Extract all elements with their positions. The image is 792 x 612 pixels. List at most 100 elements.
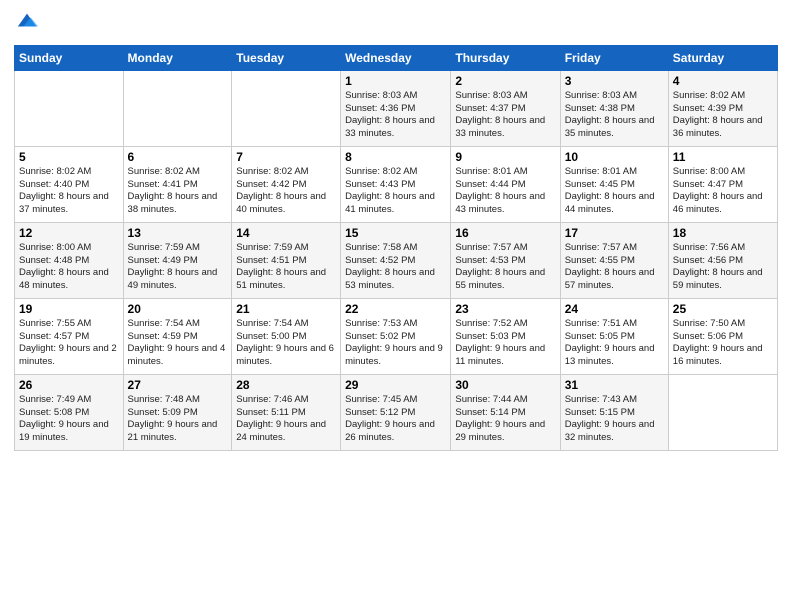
day-cell: 9 Sunrise: 8:01 AM Sunset: 4:44 PM Daylig… bbox=[451, 146, 560, 222]
day-info: Sunrise: 7:57 AM Sunset: 4:55 PM Dayligh… bbox=[565, 242, 664, 293]
day-cell: 20Sunrise: 7:54 AM Sunset: 4:59 PM Dayli… bbox=[123, 298, 232, 374]
day-cell: 12Sunrise: 8:00 AM Sunset: 4:48 PM Dayli… bbox=[15, 222, 124, 298]
day-info: Sunrise: 8:02 AM Sunset: 4:39 PM Dayligh… bbox=[673, 90, 773, 141]
weekday-thursday: Thursday bbox=[451, 45, 560, 70]
day-number: 8 bbox=[345, 150, 446, 164]
day-cell: 1 Sunrise: 8:03 AM Sunset: 4:36 PM Daylig… bbox=[341, 70, 451, 146]
weekday-sunday: Sunday bbox=[15, 45, 124, 70]
day-info: Sunrise: 8:03 AM Sunset: 4:38 PM Dayligh… bbox=[565, 90, 664, 141]
day-cell: 27 Sunrise: 7:48 AM Sunset: 5:09 PM Dayli… bbox=[123, 374, 232, 450]
day-number: 1 bbox=[345, 74, 446, 88]
week-row-4: 19 Sunrise: 7:55 AM Sunset: 4:57 PM Dayli… bbox=[15, 298, 778, 374]
day-cell: 16 Sunrise: 7:57 AM Sunset: 4:53 PM Dayli… bbox=[451, 222, 560, 298]
day-cell: 29Sunrise: 7:45 AM Sunset: 5:12 PM Dayli… bbox=[341, 374, 451, 450]
day-number: 3 bbox=[565, 74, 664, 88]
logo-icon bbox=[16, 10, 38, 32]
day-cell: 2 Sunrise: 8:03 AM Sunset: 4:37 PM Daylig… bbox=[451, 70, 560, 146]
day-number: 17 bbox=[565, 226, 664, 240]
day-number: 9 bbox=[455, 150, 555, 164]
day-info: Sunrise: 8:00 AM Sunset: 4:47 PM Dayligh… bbox=[673, 166, 773, 217]
day-cell: 28 Sunrise: 7:46 AM Sunset: 5:11 PM Dayli… bbox=[232, 374, 341, 450]
day-info: Sunrise: 7:53 AM Sunset: 5:02 PM Dayligh… bbox=[345, 318, 446, 369]
day-cell: 21 Sunrise: 7:54 AM Sunset: 5:00 PM Dayli… bbox=[232, 298, 341, 374]
week-row-1: 1 Sunrise: 8:03 AM Sunset: 4:36 PM Daylig… bbox=[15, 70, 778, 146]
weekday-wednesday: Wednesday bbox=[341, 45, 451, 70]
day-number: 22 bbox=[345, 302, 446, 316]
day-cell: 13 Sunrise: 7:59 AM Sunset: 4:49 PM Dayli… bbox=[123, 222, 232, 298]
day-cell bbox=[15, 70, 124, 146]
weekday-header-row: SundayMondayTuesdayWednesdayThursdayFrid… bbox=[15, 45, 778, 70]
day-cell: 24Sunrise: 7:51 AM Sunset: 5:05 PM Dayli… bbox=[560, 298, 668, 374]
header bbox=[14, 10, 778, 37]
day-number: 23 bbox=[455, 302, 555, 316]
day-number: 30 bbox=[455, 378, 555, 392]
day-number: 13 bbox=[128, 226, 228, 240]
day-number: 2 bbox=[455, 74, 555, 88]
day-cell: 10 Sunrise: 8:01 AM Sunset: 4:45 PM Dayli… bbox=[560, 146, 668, 222]
logo bbox=[14, 10, 38, 37]
day-info: Sunrise: 7:56 AM Sunset: 4:56 PM Dayligh… bbox=[673, 242, 773, 293]
day-info: Sunrise: 8:01 AM Sunset: 4:44 PM Dayligh… bbox=[455, 166, 555, 217]
day-info: Sunrise: 8:03 AM Sunset: 4:37 PM Dayligh… bbox=[455, 90, 555, 141]
day-number: 31 bbox=[565, 378, 664, 392]
day-number: 5 bbox=[19, 150, 119, 164]
day-number: 19 bbox=[19, 302, 119, 316]
day-number: 7 bbox=[236, 150, 336, 164]
day-info: Sunrise: 7:48 AM Sunset: 5:09 PM Dayligh… bbox=[128, 394, 228, 445]
day-cell bbox=[232, 70, 341, 146]
calendar-body: 1 Sunrise: 8:03 AM Sunset: 4:36 PM Daylig… bbox=[15, 70, 778, 450]
day-number: 10 bbox=[565, 150, 664, 164]
day-cell: 18Sunrise: 7:56 AM Sunset: 4:56 PM Dayli… bbox=[668, 222, 777, 298]
day-number: 6 bbox=[128, 150, 228, 164]
day-info: Sunrise: 7:55 AM Sunset: 4:57 PM Dayligh… bbox=[19, 318, 119, 369]
day-cell: 6 Sunrise: 8:02 AM Sunset: 4:41 PM Daylig… bbox=[123, 146, 232, 222]
day-info: Sunrise: 8:02 AM Sunset: 4:42 PM Dayligh… bbox=[236, 166, 336, 217]
day-info: Sunrise: 8:02 AM Sunset: 4:41 PM Dayligh… bbox=[128, 166, 228, 217]
day-cell: 14Sunrise: 7:59 AM Sunset: 4:51 PM Dayli… bbox=[232, 222, 341, 298]
weekday-friday: Friday bbox=[560, 45, 668, 70]
day-info: Sunrise: 7:51 AM Sunset: 5:05 PM Dayligh… bbox=[565, 318, 664, 369]
day-number: 16 bbox=[455, 226, 555, 240]
day-number: 27 bbox=[128, 378, 228, 392]
day-number: 25 bbox=[673, 302, 773, 316]
calendar-header: SundayMondayTuesdayWednesdayThursdayFrid… bbox=[15, 45, 778, 70]
day-info: Sunrise: 7:52 AM Sunset: 5:03 PM Dayligh… bbox=[455, 318, 555, 369]
day-number: 26 bbox=[19, 378, 119, 392]
day-info: Sunrise: 7:57 AM Sunset: 4:53 PM Dayligh… bbox=[455, 242, 555, 293]
day-number: 28 bbox=[236, 378, 336, 392]
week-row-3: 12Sunrise: 8:00 AM Sunset: 4:48 PM Dayli… bbox=[15, 222, 778, 298]
day-cell: 17 Sunrise: 7:57 AM Sunset: 4:55 PM Dayli… bbox=[560, 222, 668, 298]
day-info: Sunrise: 7:59 AM Sunset: 4:49 PM Dayligh… bbox=[128, 242, 228, 293]
day-cell: 19 Sunrise: 7:55 AM Sunset: 4:57 PM Dayli… bbox=[15, 298, 124, 374]
week-row-5: 26Sunrise: 7:49 AM Sunset: 5:08 PM Dayli… bbox=[15, 374, 778, 450]
day-info: Sunrise: 7:46 AM Sunset: 5:11 PM Dayligh… bbox=[236, 394, 336, 445]
day-info: Sunrise: 7:45 AM Sunset: 5:12 PM Dayligh… bbox=[345, 394, 446, 445]
day-cell: 7 Sunrise: 8:02 AM Sunset: 4:42 PM Daylig… bbox=[232, 146, 341, 222]
day-info: Sunrise: 7:54 AM Sunset: 5:00 PM Dayligh… bbox=[236, 318, 336, 369]
day-cell: 3 Sunrise: 8:03 AM Sunset: 4:38 PM Daylig… bbox=[560, 70, 668, 146]
day-info: Sunrise: 7:58 AM Sunset: 4:52 PM Dayligh… bbox=[345, 242, 446, 293]
day-cell: 8Sunrise: 8:02 AM Sunset: 4:43 PM Daylig… bbox=[341, 146, 451, 222]
day-number: 4 bbox=[673, 74, 773, 88]
page: SundayMondayTuesdayWednesdayThursdayFrid… bbox=[0, 0, 792, 612]
day-info: Sunrise: 7:43 AM Sunset: 5:15 PM Dayligh… bbox=[565, 394, 664, 445]
day-number: 21 bbox=[236, 302, 336, 316]
day-number: 12 bbox=[19, 226, 119, 240]
day-cell: 5 Sunrise: 8:02 AM Sunset: 4:40 PM Daylig… bbox=[15, 146, 124, 222]
day-number: 14 bbox=[236, 226, 336, 240]
day-cell: 4 Sunrise: 8:02 AM Sunset: 4:39 PM Daylig… bbox=[668, 70, 777, 146]
day-number: 11 bbox=[673, 150, 773, 164]
day-info: Sunrise: 8:02 AM Sunset: 4:40 PM Dayligh… bbox=[19, 166, 119, 217]
day-number: 20 bbox=[128, 302, 228, 316]
day-cell bbox=[123, 70, 232, 146]
day-cell: 25Sunrise: 7:50 AM Sunset: 5:06 PM Dayli… bbox=[668, 298, 777, 374]
day-info: Sunrise: 8:03 AM Sunset: 4:36 PM Dayligh… bbox=[345, 90, 446, 141]
day-info: Sunrise: 7:44 AM Sunset: 5:14 PM Dayligh… bbox=[455, 394, 555, 445]
day-cell: 22 Sunrise: 7:53 AM Sunset: 5:02 PM Dayli… bbox=[341, 298, 451, 374]
day-cell: 26Sunrise: 7:49 AM Sunset: 5:08 PM Dayli… bbox=[15, 374, 124, 450]
weekday-monday: Monday bbox=[123, 45, 232, 70]
day-cell bbox=[668, 374, 777, 450]
day-info: Sunrise: 8:01 AM Sunset: 4:45 PM Dayligh… bbox=[565, 166, 664, 217]
day-cell: 23 Sunrise: 7:52 AM Sunset: 5:03 PM Dayli… bbox=[451, 298, 560, 374]
day-number: 15 bbox=[345, 226, 446, 240]
